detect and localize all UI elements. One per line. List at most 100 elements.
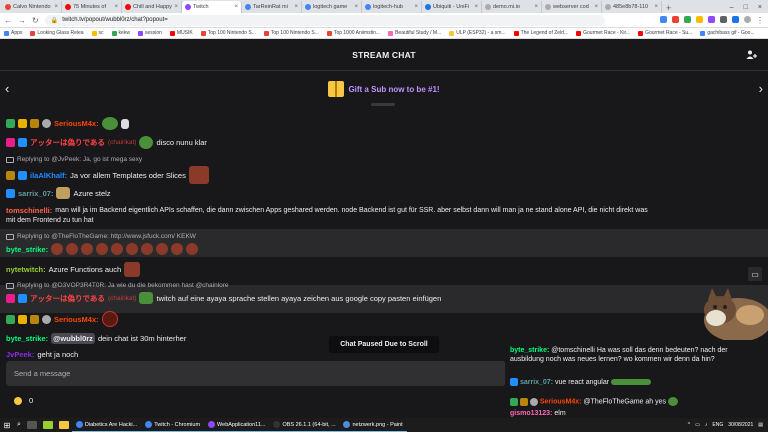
username[interactable]: sarrix_07:	[18, 189, 53, 198]
maximize-icon[interactable]: □	[744, 4, 748, 11]
back-icon[interactable]: ←	[4, 16, 12, 25]
users-icon[interactable]	[746, 49, 758, 61]
bookmark-favicon	[30, 30, 36, 36]
bookmark-item[interactable]: ULP (ESP32) - a sm...	[449, 30, 506, 36]
close-icon[interactable]: ×	[294, 4, 298, 10]
username[interactable]: SeriousM4x:	[54, 315, 99, 324]
extension-icon[interactable]	[684, 15, 691, 23]
url-field[interactable]: 🔒 twitch.tv/popout/wubbl0rz/chat?popout=	[44, 14, 605, 26]
send-message-input[interactable]: Send a message	[6, 361, 506, 386]
extension-icon[interactable]	[696, 15, 703, 23]
network-icon[interactable]: ▭	[695, 422, 700, 428]
close-window-icon[interactable]: ×	[758, 4, 762, 11]
taskbar-app[interactable]: netzwerk.png - Paint	[339, 418, 407, 432]
bookmark-item[interactable]: gachibass gif - Goo...	[700, 30, 755, 36]
extension-icon[interactable]	[672, 15, 679, 23]
bookmark-item[interactable]: sc	[91, 30, 104, 36]
username[interactable]: tomschinelli:	[6, 206, 52, 215]
extension-icon[interactable]	[708, 15, 715, 23]
reply-context[interactable]: Replying to @JvPeek: Ja, go ist mega sex…	[6, 156, 142, 163]
bookmark-item[interactable]: Top 100 Nintendo S...	[263, 30, 319, 36]
username[interactable]: byte_strike:	[6, 245, 48, 254]
browser-tab[interactable]: 75 Minutes of ×	[62, 1, 122, 13]
reply-context[interactable]: Replying to @D3VOP3R4T0R: Ja wie du die …	[6, 282, 229, 289]
username[interactable]: アッターは偽りである	[30, 293, 105, 304]
notifications-icon[interactable]: ▤	[758, 422, 763, 428]
close-icon[interactable]: ×	[474, 4, 478, 10]
search-icon[interactable]: ⌕	[17, 421, 21, 429]
browser-tab[interactable]: TarReinRat mi ×	[242, 1, 302, 13]
extension-icon[interactable]	[720, 15, 727, 23]
close-icon[interactable]: ×	[414, 4, 418, 10]
browser-tab[interactable]: Ubiquiti - UniFi ×	[422, 1, 482, 13]
chat-message: アッターは偽りである (chairikat) twitch auf eine a…	[6, 292, 441, 304]
taskbar-app[interactable]: WebApplication11...	[204, 418, 270, 432]
bookmark-item[interactable]: session	[137, 30, 162, 36]
mention[interactable]: @wubbl0rz	[51, 333, 95, 344]
chevron-left-icon[interactable]: ‹	[5, 81, 9, 96]
close-icon[interactable]: ×	[354, 4, 358, 10]
username[interactable]: SeriousM4x:	[54, 119, 99, 128]
browser-tab[interactable]: webserver cod ×	[542, 1, 602, 13]
minimize-icon[interactable]: –	[730, 4, 734, 11]
subscriber-badge	[6, 188, 15, 198]
username[interactable]: ilaAlKhalf:	[30, 171, 67, 180]
channel-points[interactable]: 0	[14, 396, 33, 405]
bookmark-item[interactable]: Top 100 Nintendo S...	[200, 30, 256, 36]
close-icon[interactable]: ×	[174, 4, 178, 10]
close-icon[interactable]: ×	[654, 4, 658, 10]
taskbar-app[interactable]: OBS 26.1.1 (64-bit, ...	[269, 418, 340, 432]
browser-tab[interactable]: 485e8b78-110 ×	[602, 1, 662, 13]
browser-tab[interactable]: logitech game ×	[302, 1, 362, 13]
browser-tab[interactable]: demo.mi.io ×	[482, 1, 542, 13]
tab-favicon	[605, 4, 611, 10]
bookmark-item[interactable]: The Legend of Zeld...	[513, 30, 568, 36]
browser-tab[interactable]: Twitch ×	[182, 1, 242, 13]
taskbar-app[interactable]: Twitch - Chromium	[141, 418, 205, 432]
chat-paused-button[interactable]: Chat Paused Due to Scroll	[329, 336, 439, 353]
folder-icon[interactable]	[58, 421, 69, 429]
bookmark-item[interactable]: Beautiful Study / M...	[388, 30, 441, 36]
bookmark-item[interactable]: Looking Glass Relea	[30, 30, 84, 36]
close-icon[interactable]: ×	[534, 4, 538, 10]
extension-icon[interactable]	[660, 15, 667, 23]
app-icon[interactable]	[42, 421, 53, 429]
reply-context[interactable]: Replying to @TheFloTheGame: http://www.j…	[6, 233, 196, 240]
bookmark-item[interactable]: Gourmet Race - Su...	[638, 30, 692, 36]
chevron-up-icon[interactable]: ^	[688, 422, 690, 428]
bookmark-item[interactable]: kekw	[111, 30, 130, 36]
taskbar-app[interactable]: Diabetics Are Hacki...	[71, 418, 142, 432]
drag-handle[interactable]	[371, 103, 395, 106]
volume-icon[interactable]: ♪	[705, 422, 708, 428]
clock[interactable]: 30/08/2021	[728, 422, 753, 428]
chevron-right-icon[interactable]: ›	[759, 81, 763, 96]
extension-icon[interactable]	[732, 15, 739, 23]
new-tab-icon[interactable]: +	[662, 3, 675, 13]
bookmark-item[interactable]: MUSIK	[169, 30, 193, 36]
close-icon[interactable]: ×	[54, 4, 58, 10]
bookmark-item[interactable]: Top 1000 Aniimstin...	[326, 30, 380, 36]
reload-icon[interactable]: ↻	[32, 16, 39, 25]
windows-start-icon[interactable]: ⊞	[0, 421, 14, 430]
chat-settings-side-button[interactable]: ▭	[748, 267, 762, 281]
bookmark-item[interactable]: Gourmet Race - Kir...	[576, 30, 630, 36]
menu-icon[interactable]: ⋮	[756, 16, 764, 25]
username[interactable]: byte_strike:	[6, 334, 48, 343]
profile-avatar[interactable]	[744, 15, 751, 23]
gift-sub-banner[interactable]: ‹ Gift a Sub now to be #1! ›	[0, 71, 768, 107]
browser-tab[interactable]: logitech-hub ×	[362, 1, 422, 13]
username[interactable]: nytetwitch:	[6, 265, 46, 274]
close-icon[interactable]: ×	[234, 4, 238, 10]
username[interactable]: アッターは偽りである	[30, 137, 105, 148]
bookmark-item[interactable]: Apps	[4, 30, 22, 36]
bookmark-label: session	[144, 30, 162, 36]
clock-date: 30/08/2021	[728, 422, 754, 428]
close-icon[interactable]: ×	[114, 4, 118, 10]
username[interactable]: JvPeek:	[6, 350, 34, 359]
forward-icon[interactable]: →	[18, 16, 26, 25]
task-view-icon[interactable]	[26, 421, 37, 429]
browser-tab[interactable]: Calvo Nintendo ×	[2, 1, 62, 13]
browser-tab[interactable]: Chill and Happy ×	[122, 1, 182, 13]
close-icon[interactable]: ×	[594, 4, 598, 10]
language-indicator[interactable]: ENG	[712, 422, 723, 428]
